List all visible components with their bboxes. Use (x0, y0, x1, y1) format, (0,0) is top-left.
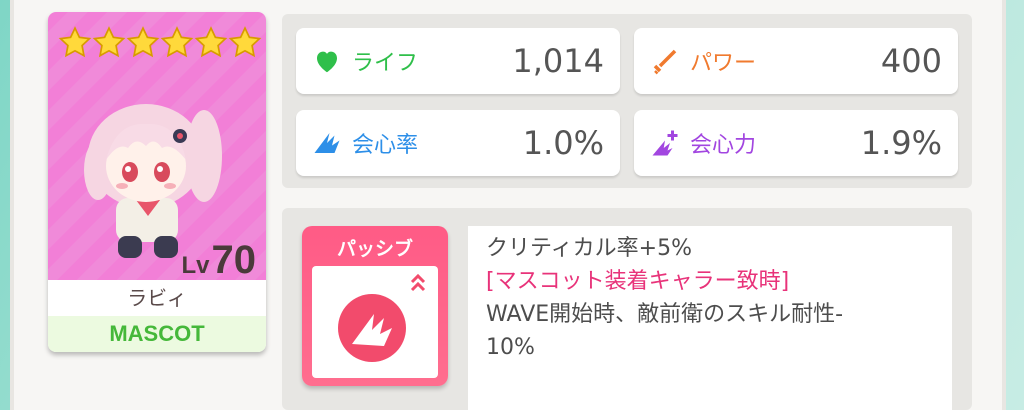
crit-skill-icon (338, 273, 426, 362)
passive-effect-2-cont: 10% (486, 335, 535, 360)
passive-skill-badge[interactable]: パッシブ (302, 226, 448, 386)
character-card[interactable]: Lv 70 ラビィ MASCOT (48, 12, 266, 352)
stat-life: ライフ 1,014 (296, 28, 620, 94)
stat-value: 1,014 (512, 42, 604, 80)
stat-power: パワー 400 (634, 28, 958, 94)
passive-effect-2: WAVE開始時、敵前衛のスキル耐性- (486, 302, 844, 327)
star-icon (228, 26, 262, 58)
star-icon (194, 26, 228, 58)
star-icon (58, 26, 92, 58)
stat-value: 1.0% (522, 124, 604, 162)
crit-power-icon (652, 130, 678, 156)
stat-crit-power: 会心力 1.9% (634, 110, 958, 176)
stat-crit-rate: 会心率 1.0% (296, 110, 620, 176)
stat-label: パワー (690, 51, 757, 76)
passive-description: クリティカル率+5% [マスコット装着キャラー致時] WAVE開始時、敵前衛のス… (468, 226, 952, 410)
level-prefix: Lv (181, 252, 210, 279)
stat-value: 400 (880, 42, 942, 80)
level-display: Lv 70 (181, 238, 256, 283)
stat-label: ライフ (352, 51, 419, 76)
star-rating (58, 26, 262, 60)
level-value: 70 (211, 238, 257, 282)
passive-condition: [マスコット装着キャラー致時] (486, 269, 790, 294)
stat-label: 会心力 (690, 133, 757, 158)
star-icon (92, 26, 126, 58)
star-icon (126, 26, 160, 58)
heart-icon (317, 51, 337, 73)
stat-value: 1.9% (860, 124, 942, 162)
character-type: MASCOT (48, 316, 266, 352)
stat-label: 会心率 (352, 133, 419, 158)
character-name: ラビィ (48, 280, 266, 316)
sword-icon (653, 49, 677, 75)
crit-rate-icon (314, 133, 340, 153)
passive-icon-frame (312, 266, 438, 378)
passive-effect: クリティカル率+5% (486, 236, 693, 261)
card-art: Lv 70 (48, 12, 266, 283)
passive-badge-label: パッシブ (336, 238, 413, 260)
star-icon (160, 26, 194, 58)
